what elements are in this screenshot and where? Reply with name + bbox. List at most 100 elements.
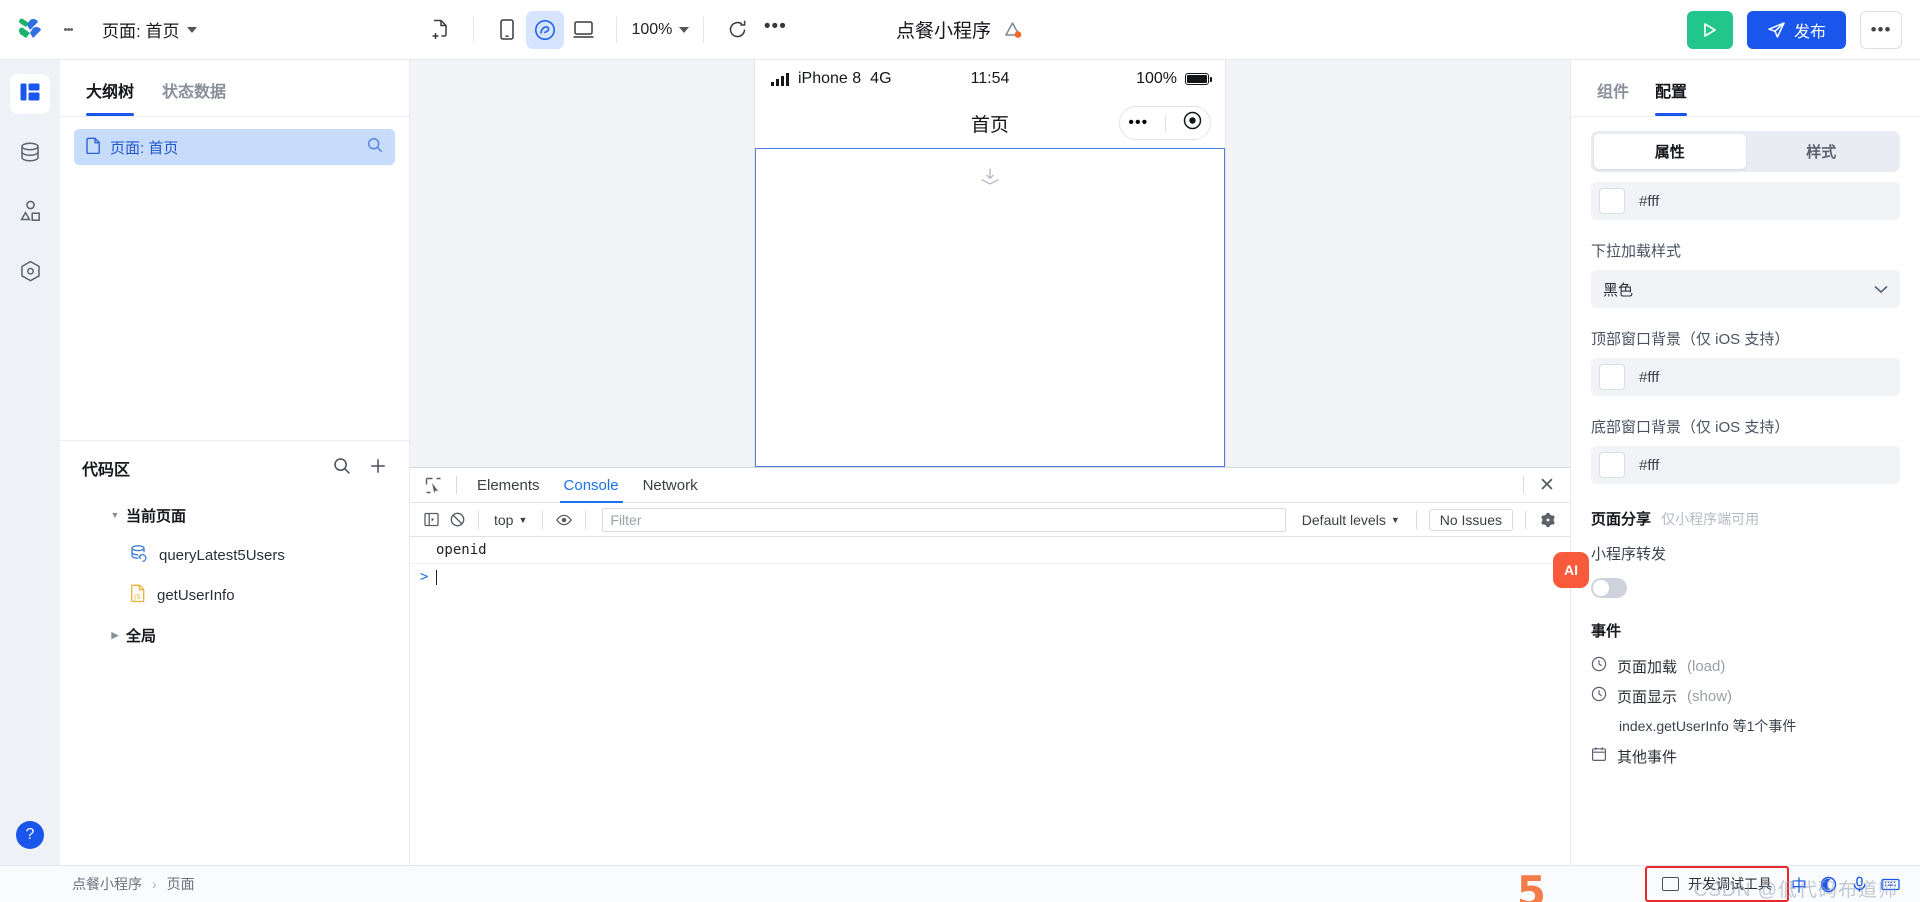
color-swatch[interactable]: [1599, 188, 1625, 214]
left-panel-tabs: 大纲树 状态数据: [60, 60, 409, 116]
tab-config[interactable]: 配置: [1655, 78, 1688, 116]
event-other[interactable]: 其他事件: [1591, 741, 1900, 771]
tab-components[interactable]: 组件: [1597, 78, 1629, 116]
moon-icon[interactable]: [1818, 874, 1838, 894]
devtool-toggle-button[interactable]: 开发调试工具: [1644, 866, 1789, 902]
outline-tree: 页面: 首页: [60, 117, 409, 177]
clear-console-icon[interactable]: [444, 507, 470, 533]
mobile-preview-icon[interactable]: [488, 11, 526, 49]
event-page-load-code: (load): [1687, 657, 1726, 675]
top-window-bg-field[interactable]: #fff: [1591, 358, 1900, 396]
color-swatch[interactable]: [1599, 452, 1625, 478]
code-group-current-page[interactable]: ▼ 当前页面: [60, 495, 409, 535]
console-issues-button[interactable]: No Issues: [1428, 508, 1513, 531]
battery-icon: [1185, 73, 1212, 85]
search-icon[interactable]: [333, 457, 351, 480]
bottom-window-bg-field[interactable]: #fff: [1591, 446, 1900, 484]
tab-state-data[interactable]: 状态数据: [162, 78, 226, 116]
settings-gear-icon[interactable]: [1534, 507, 1562, 533]
toolbar-divider: [616, 16, 618, 43]
pull-down-style-select[interactable]: 黑色: [1591, 270, 1900, 308]
config-scroll-area[interactable]: #fff 下拉加载样式 黑色 顶部窗口背景（仅 iOS 支持） #fff 底部窗…: [1571, 178, 1920, 865]
app-menu-dots[interactable]: [60, 0, 76, 60]
breadcrumb-project[interactable]: 点餐小程序: [72, 874, 142, 894]
console-levels-selector[interactable]: Default levels ▼: [1294, 512, 1408, 528]
page-selector[interactable]: 页面: 首页: [102, 17, 198, 42]
console-filter-input[interactable]: [602, 507, 1286, 532]
phone-device-name: iPhone 8: [798, 70, 862, 87]
segment-styles[interactable]: 样式: [1746, 134, 1898, 169]
page-selector-label: 页面: 首页: [102, 22, 180, 41]
console-caret: [436, 569, 438, 585]
event-page-show-binding[interactable]: index.getUserInfo 等1个事件: [1591, 711, 1900, 741]
rail-item-data[interactable]: [10, 134, 50, 174]
rail-item-settings[interactable]: [10, 254, 50, 294]
toolbar-divider: [703, 16, 705, 43]
prompt-arrow-icon: >: [420, 569, 429, 585]
nav-bg-color-field[interactable]: #fff: [1591, 182, 1900, 220]
workspace: ? 大纲树 状态数据 页面: 首页 代码区 ▼ 当前页面 queryLatest…: [0, 60, 1920, 865]
run-button[interactable]: [1686, 10, 1733, 49]
close-icon[interactable]: ✕: [1532, 470, 1562, 500]
help-label: ?: [25, 826, 35, 843]
topbar-overflow-button[interactable]: •••: [1860, 10, 1902, 49]
console-prompt[interactable]: >: [410, 564, 1570, 590]
ime-lang-label[interactable]: 中: [1791, 872, 1807, 896]
phone-time: 11:54: [970, 70, 1010, 87]
devtools-tab-elements[interactable]: Elements: [465, 468, 552, 503]
help-button[interactable]: ?: [16, 821, 44, 849]
app-logo[interactable]: [0, 0, 60, 60]
preview-canvas: iPhone 8 4G 11:54 100% 首页 •••: [410, 60, 1570, 467]
miniprogram-preview-icon[interactable]: [526, 10, 565, 49]
outline-tree-node-home[interactable]: 页面: 首页: [74, 129, 395, 165]
publish-button[interactable]: 发布: [1746, 10, 1846, 49]
mic-icon[interactable]: [1849, 874, 1869, 894]
desktop-preview-icon[interactable]: [564, 11, 602, 49]
share-toggle[interactable]: [1591, 578, 1627, 598]
code-item-querylatest5users[interactable]: queryLatest5Users: [60, 535, 409, 575]
tab-config-label: 配置: [1655, 84, 1688, 101]
publish-button-label: 发布: [1793, 23, 1826, 41]
phone-nav-bar: 首页 •••: [755, 98, 1225, 148]
search-icon[interactable]: [367, 137, 383, 157]
rail-item-pages[interactable]: [10, 74, 50, 114]
breadcrumb-page[interactable]: 页面: [167, 874, 195, 894]
toolbar-more-icon[interactable]: •••: [756, 11, 794, 49]
devtools-tab-network[interactable]: Network: [631, 468, 710, 503]
ellipsis-icon[interactable]: •••: [1128, 115, 1148, 131]
right-panel-tabs: 组件 配置: [1571, 60, 1920, 116]
devtools-tab-console[interactable]: Console: [552, 468, 631, 503]
console-output[interactable]: openid >: [410, 537, 1570, 865]
console-toolbar-divider: [1415, 510, 1417, 529]
top-window-bg-value: #fff: [1639, 368, 1660, 386]
new-page-icon[interactable]: [421, 11, 459, 49]
target-icon[interactable]: [1183, 111, 1202, 135]
tab-state-data-label: 状态数据: [162, 84, 227, 101]
console-context-selector[interactable]: top ▼: [487, 512, 534, 528]
cloud-icon[interactable]: [1002, 20, 1024, 40]
console-sidebar-icon[interactable]: [418, 507, 444, 533]
wechat-capsule[interactable]: •••: [1119, 106, 1211, 140]
refresh-icon[interactable]: [718, 11, 756, 49]
code-section: 代码区 ▼ 当前页面 queryLatest5Users JS getUserI…: [60, 440, 409, 865]
tab-outline-tree[interactable]: 大纲树: [86, 78, 135, 116]
live-expression-icon[interactable]: [551, 507, 577, 533]
plus-icon[interactable]: [369, 457, 387, 480]
right-panel: 组件 配置 属性 样式 #fff 下拉加载样式 黑色 顶部窗口背景（仅 iOS …: [1553, 60, 1920, 865]
zoom-control[interactable]: 100%: [631, 21, 690, 39]
code-group-global[interactable]: ▶ 全局: [60, 615, 409, 655]
pull-down-style-label: 下拉加载样式: [1591, 243, 1682, 260]
segment-properties[interactable]: 属性: [1594, 134, 1746, 169]
code-item-getuserinfo[interactable]: JS getUserInfo: [60, 575, 409, 615]
js-file-icon: JS: [130, 584, 147, 607]
event-page-show[interactable]: 页面显示 (show): [1591, 681, 1900, 711]
ai-assistant-badge[interactable]: AI: [1553, 552, 1589, 588]
keyboard-icon[interactable]: [1880, 874, 1900, 894]
inspect-icon[interactable]: [418, 472, 448, 498]
event-page-load[interactable]: 页面加载 (load): [1591, 651, 1900, 681]
code-item-label: getUserInfo: [157, 586, 235, 604]
color-swatch[interactable]: [1599, 364, 1625, 390]
rail-item-components[interactable]: [10, 194, 50, 234]
phone-body-canvas[interactable]: [755, 148, 1225, 467]
property-style-switch: 属性 样式: [1571, 117, 1920, 178]
